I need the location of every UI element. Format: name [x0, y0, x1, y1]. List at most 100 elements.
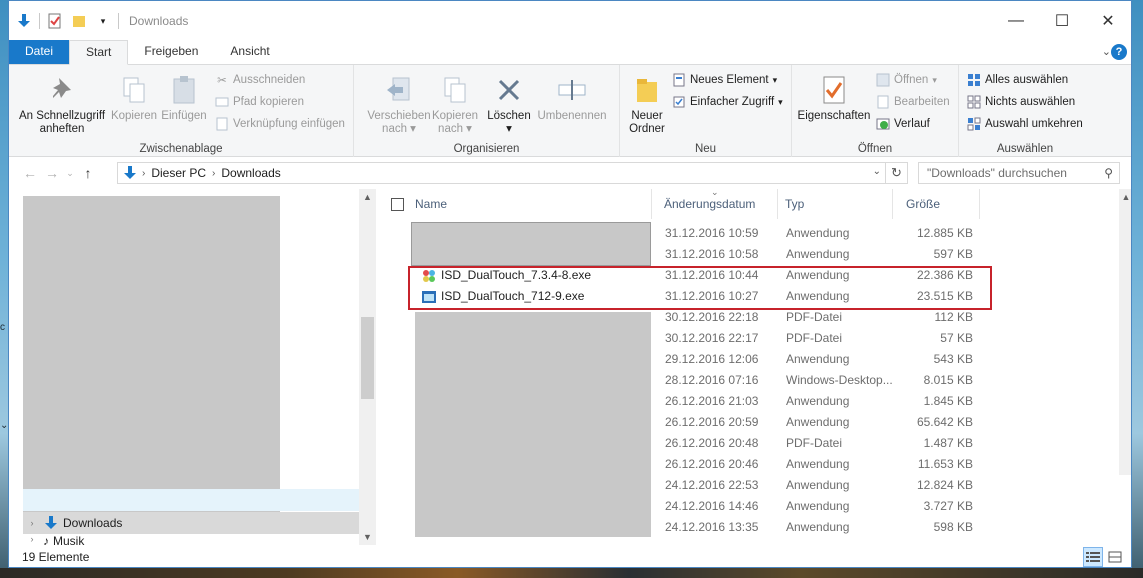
folder-icon	[624, 73, 670, 107]
group-organize: Verschieben nach ▾ Kopieren nach ▾ Lösch…	[354, 65, 620, 157]
edit-icon	[876, 95, 890, 109]
ribbon: An Schnellzugriff anheften Kopieren Einf…	[9, 65, 1131, 157]
recent-locations-dropdown-icon[interactable]: ⌄	[63, 168, 77, 179]
nav-hover-row[interactable]	[23, 489, 359, 511]
file-list-scrollbar[interactable]: ▲	[1119, 189, 1131, 475]
rename-icon	[534, 73, 610, 107]
tab-freigeben[interactable]: Freigeben	[128, 40, 214, 64]
minimize-button[interactable]: —	[993, 1, 1039, 41]
rename-button[interactable]: Umbenennen	[534, 73, 610, 123]
paste-button[interactable]: Einfügen	[159, 73, 209, 123]
copy-path-icon	[215, 95, 229, 109]
new-item-button[interactable]: Neues Element ▾	[672, 71, 777, 89]
easy-access-button[interactable]: Einfacher Zugriff ▾	[672, 93, 783, 111]
nav-item-music[interactable]: › ♪ Musik	[23, 534, 359, 545]
file-row[interactable]: 29.12.2016 12:06 Anwendung 543 KB	[377, 349, 1117, 370]
downloads-location-icon	[122, 165, 138, 181]
properties-button[interactable]: Eigenschaften	[796, 73, 872, 123]
title-bar: ▾ Downloads — ☐ ✕	[9, 1, 1131, 41]
nav-item-downloads[interactable]: › Downloads	[23, 512, 359, 534]
file-row[interactable]: 24.12.2016 13:35 Anwendung 598 KB	[377, 517, 1117, 538]
file-row[interactable]: 24.12.2016 22:53 Anwendung 12.824 KB	[377, 475, 1117, 496]
help-icon[interactable]: ?	[1111, 44, 1127, 60]
file-row[interactable]: 24.12.2016 14:46 Anwendung 3.727 KB	[377, 496, 1117, 517]
file-row[interactable]: 26.12.2016 20:48 PDF-Datei 1.487 KB	[377, 433, 1117, 454]
chevron-down-icon[interactable]: ⌄	[1102, 45, 1111, 58]
select-none-icon	[967, 95, 981, 109]
customize-qat-dropdown-icon[interactable]: ▾	[94, 12, 112, 30]
breadcrumb-this-pc[interactable]: Dieser PC	[151, 166, 206, 180]
file-row[interactable]: 26.12.2016 21:03 Anwendung 1.845 KB	[377, 391, 1117, 412]
address-bar[interactable]: › Dieser PC › Downloads ⌄	[117, 162, 886, 184]
group-label-clipboard: Zwischenablage	[139, 143, 223, 155]
maximize-button[interactable]: ☐	[1039, 1, 1085, 41]
file-row[interactable]: 30.12.2016 22:17 PDF-Datei 57 KB	[377, 328, 1117, 349]
file-row[interactable]: 26.12.2016 20:59 Anwendung 65.642 KB	[377, 412, 1117, 433]
select-all-button[interactable]: Alles auswählen	[967, 71, 1068, 89]
up-arrow-icon[interactable]: ↑	[77, 165, 99, 181]
new-folder-icon[interactable]	[70, 12, 88, 30]
highlight-annotation-box	[408, 266, 992, 310]
cut-button[interactable]: ✂ Ausschneiden	[215, 71, 305, 89]
new-folder-button[interactable]: Neuer Ordner	[624, 73, 670, 136]
properties-check-icon[interactable]	[46, 12, 64, 30]
chevron-right-icon[interactable]: ›	[212, 168, 215, 179]
open-button[interactable]: Öffnen ▾	[876, 71, 937, 89]
refresh-icon[interactable]: ↻	[886, 162, 908, 184]
move-to-icon	[366, 73, 432, 107]
nav-scrollbar[interactable]: ▲ ▼	[359, 189, 376, 545]
scroll-down-arrow-icon[interactable]: ▼	[359, 529, 376, 545]
back-arrow-icon[interactable]: ←	[19, 165, 41, 181]
file-row[interactable]: 28.12.2016 07:16 Windows-Desktop... 8.01…	[377, 370, 1117, 391]
file-row[interactable]: 30.12.2016 22:18 PDF-Datei 112 KB	[377, 307, 1117, 328]
easy-access-icon	[672, 95, 686, 109]
chevron-down-icon[interactable]: ⌄	[873, 166, 881, 177]
open-icon	[876, 73, 890, 87]
column-header-name[interactable]: Name	[409, 189, 652, 219]
tab-datei[interactable]: Datei	[9, 40, 70, 64]
copy-path-button[interactable]: Pfad kopieren	[215, 93, 304, 111]
delete-x-icon	[484, 73, 534, 107]
desktop-edge-fragment: c	[0, 322, 5, 333]
file-row[interactable]: 31.12.2016 10:59 Anwendung 12.885 KB	[377, 223, 1117, 244]
scroll-up-arrow-icon[interactable]: ▲	[1119, 189, 1131, 205]
edit-button[interactable]: Bearbeiten	[876, 93, 950, 111]
close-button[interactable]: ✕	[1085, 1, 1131, 41]
column-header-type[interactable]: Typ	[779, 189, 893, 219]
expand-arrow-icon[interactable]: ›	[23, 518, 41, 528]
invert-selection-button[interactable]: Auswahl umkehren	[967, 115, 1083, 133]
delete-button[interactable]: Löschen ▾	[484, 73, 534, 136]
breadcrumb-downloads[interactable]: Downloads	[221, 166, 280, 180]
view-switcher	[1083, 547, 1125, 567]
copy-to-button[interactable]: Kopieren nach ▾	[430, 73, 480, 136]
column-header-row: Name Änderungsdatum ⌄ Typ Größe	[377, 189, 1117, 219]
tab-start[interactable]: Start	[69, 40, 129, 65]
paste-shortcut-button[interactable]: Verknüpfung einfügen	[215, 115, 345, 133]
select-all-checkbox[interactable]	[391, 198, 404, 211]
select-none-button[interactable]: Nichts auswählen	[967, 93, 1075, 111]
window-controls: — ☐ ✕	[993, 1, 1131, 41]
tab-ansicht[interactable]: Ansicht	[214, 40, 285, 64]
expand-arrow-icon[interactable]: ›	[23, 534, 41, 544]
pin-icon	[13, 73, 111, 107]
file-row[interactable]: 26.12.2016 20:46 Anwendung 11.653 KB	[377, 454, 1117, 475]
desktop-edge-fragment: ⌄	[0, 420, 9, 431]
forward-arrow-icon[interactable]: →	[41, 165, 63, 181]
status-bar: 19 Elemente	[9, 545, 1131, 567]
chevron-right-icon[interactable]: ›	[142, 168, 145, 179]
pin-quick-access-button[interactable]: An Schnellzugriff anheften	[13, 73, 111, 136]
sort-indicator-icon: ⌄	[711, 189, 719, 197]
search-input[interactable]: "Downloads" durchsuchen ⚲	[918, 162, 1120, 184]
clipboard-icon	[159, 73, 209, 107]
file-row[interactable]: 31.12.2016 10:58 Anwendung 597 KB	[377, 244, 1117, 265]
move-to-button[interactable]: Verschieben nach ▾	[366, 73, 432, 136]
navigation-pane: › Downloads › ♪ Musik ▲ ▼	[9, 189, 376, 545]
scrollbar-thumb[interactable]	[361, 317, 374, 399]
copy-button[interactable]: Kopieren	[109, 73, 159, 123]
history-button[interactable]: Verlauf	[876, 115, 930, 133]
details-view-icon[interactable]	[1083, 547, 1103, 567]
large-icons-view-icon[interactable]	[1105, 547, 1125, 567]
column-header-size[interactable]: Größe	[900, 189, 980, 219]
group-new: Neuer Ordner Neues Element ▾ Einfacher Zu…	[620, 65, 792, 157]
scroll-up-arrow-icon[interactable]: ▲	[359, 189, 376, 205]
